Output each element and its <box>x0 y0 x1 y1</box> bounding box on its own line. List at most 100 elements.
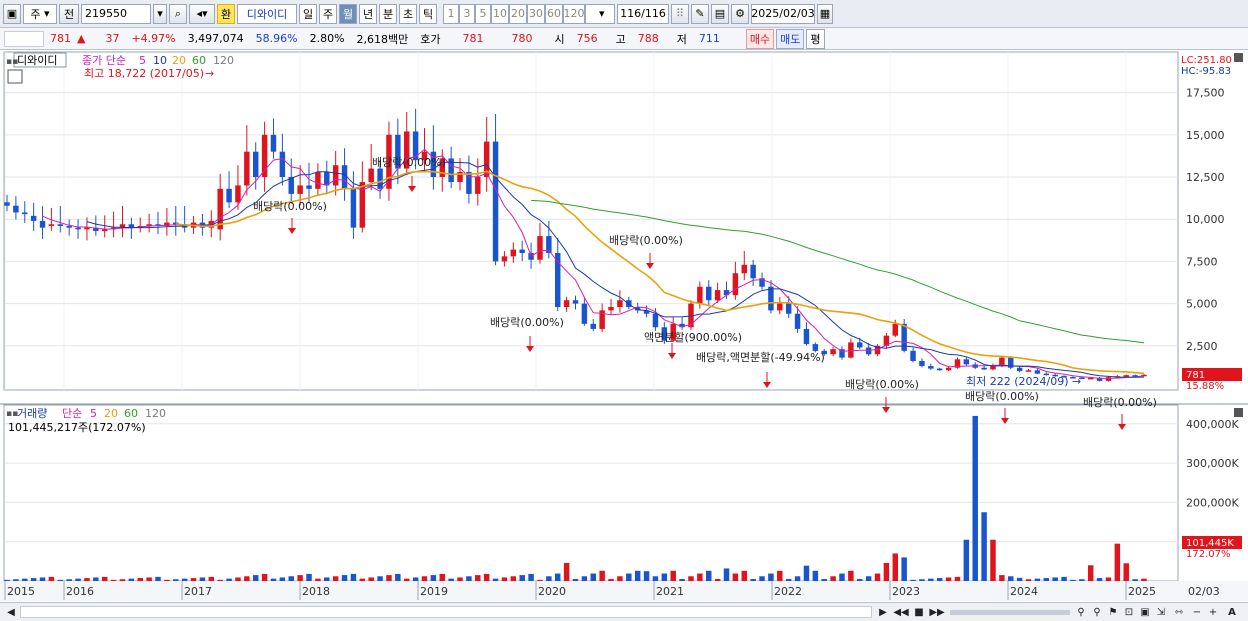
candle-body <box>608 306 614 311</box>
vma120-legend: 120 <box>145 407 166 420</box>
interval-input[interactable]: ▾ <box>585 3 615 24</box>
market-select[interactable]: 주 ▾ <box>23 3 57 24</box>
zoom-out-icon[interactable]: ⇿ <box>1172 605 1186 619</box>
candle-body <box>22 212 28 215</box>
max-arrow-icon: → <box>205 67 214 80</box>
search-icon[interactable]: ⌕ <box>169 3 187 24</box>
sell-button[interactable]: 매도 <box>776 28 805 49</box>
volume-bar <box>128 578 135 581</box>
event-label: 배당락(0.00%) <box>965 390 1039 403</box>
calendar-icon[interactable]: ▦ <box>817 3 833 24</box>
ma10-legend: 10 <box>153 54 167 67</box>
candle-body <box>563 300 570 307</box>
price-panel-close-icon[interactable] <box>1234 53 1243 62</box>
period-tab[interactable]: 초 <box>399 3 417 24</box>
period-tab[interactable]: 틱 <box>419 3 437 24</box>
period-tab[interactable]: 년 <box>359 3 377 24</box>
candle-body <box>1123 375 1129 377</box>
scroll-track[interactable] <box>20 606 872 618</box>
price-tick-label: 15,000 <box>1186 129 1225 142</box>
avg-button[interactable]: 평 <box>806 28 825 49</box>
box-icon[interactable]: ▣ <box>1138 605 1152 619</box>
price-tick-label: 2,500 <box>1186 340 1218 353</box>
volume-bar <box>1114 543 1121 581</box>
prev-button[interactable]: 전 <box>59 3 79 24</box>
candle-body <box>1105 377 1112 381</box>
price-panel-title: 디와이디 <box>17 54 57 67</box>
buy-button[interactable]: 매수 <box>745 28 775 49</box>
volume-bar <box>501 577 508 581</box>
max-price-label: 최고 18,722 (2017/05) <box>84 67 204 80</box>
volume-bar <box>208 576 215 581</box>
grid-icon[interactable]: ⠿ <box>671 3 689 24</box>
volume-bar <box>297 575 303 581</box>
font-size-icon[interactable]: A <box>1224 605 1240 619</box>
candle-body <box>572 300 579 304</box>
code-input[interactable]: 219550 <box>81 3 151 24</box>
expand-icon[interactable]: ⇲ <box>1154 605 1168 619</box>
scroll-right-icon[interactable]: ▶ <box>876 605 890 619</box>
period-tab[interactable]: 주 <box>319 3 337 24</box>
quote-change-pct: +4.97% <box>131 32 176 45</box>
interval-tab[interactable]: 3 <box>459 3 475 24</box>
zoom-slider[interactable] <box>950 610 1070 615</box>
event-label: 배당락(0.00%) <box>845 378 919 391</box>
chart-scrollbar[interactable]: ◀ ▶ ◀◀ ■ ▶▶ ⚲ ⚲ ⚑ ⊡ ▣ ⇲ ⇿ − + A <box>0 602 1248 621</box>
settings-icon[interactable]: ⚙ <box>731 3 749 24</box>
calculator-icon[interactable] <box>7 69 23 84</box>
last-volume-pct-tag: 172.07% <box>1186 549 1231 560</box>
save-icon[interactable]: ▤ <box>711 3 729 24</box>
fit-icon[interactable]: ⊡ <box>1122 605 1136 619</box>
volume-bar <box>750 579 756 581</box>
year-label: 2017 <box>184 585 212 598</box>
year-label: 2019 <box>420 585 448 598</box>
volume-bar <box>954 576 961 581</box>
volume-bar <box>350 573 357 581</box>
volume-bar <box>39 577 46 581</box>
stock-chart[interactable]: 17,50015,00012,50010,0007,5005,0002,500 … <box>0 50 1248 602</box>
interval-tab[interactable]: 20 <box>509 3 527 24</box>
currency-badge[interactable]: 환 <box>217 3 235 24</box>
minus-icon[interactable]: − <box>1190 605 1204 619</box>
code-dropdown-icon[interactable]: ▾ <box>153 3 167 24</box>
date-input[interactable]: 2025/02/03 <box>751 3 815 24</box>
period-tab[interactable]: 분 <box>379 3 397 24</box>
last-volume-tag-text: 101,445K <box>1186 538 1234 549</box>
candle-body <box>13 205 19 213</box>
interval-tab[interactable]: 10 <box>491 3 509 24</box>
quote-indicator <box>4 30 44 47</box>
period-tab[interactable]: 일 <box>299 3 317 24</box>
volume-bar <box>164 579 170 581</box>
draw-tool-icon[interactable]: ✎ <box>691 3 709 24</box>
zoom-tool2-icon[interactable]: ⚲ <box>1090 605 1104 619</box>
candle-body <box>57 224 64 226</box>
candle-body <box>66 225 72 228</box>
forward-icon[interactable]: ▶▶ <box>929 605 944 619</box>
interval-tab[interactable]: 60 <box>545 3 563 24</box>
interval-tab[interactable]: 1 <box>443 3 459 24</box>
panel-menu-icon[interactable]: ▪▪ <box>6 57 18 67</box>
quote-open-label: 시 <box>554 32 565 46</box>
interval-tab[interactable]: 30 <box>527 3 545 24</box>
interval-tab[interactable]: 5 <box>475 3 491 24</box>
zoom-tool-icon[interactable]: ⚲ <box>1074 605 1088 619</box>
candle-body <box>928 366 934 369</box>
volume-panel-close-icon[interactable] <box>1234 408 1243 417</box>
volume-bar <box>1079 579 1085 581</box>
speaker-icon[interactable]: ◂▾ <box>189 3 215 24</box>
period-tab[interactable]: 월 <box>339 3 357 24</box>
flag-icon[interactable]: ⚑ <box>1106 605 1120 619</box>
interval-tabs: 1 3 5 10 20 30 60 120 <box>443 3 585 24</box>
window-menu-icon[interactable]: ▣ <box>3 3 21 24</box>
volume-bar <box>1096 578 1103 581</box>
candle-body <box>519 249 525 253</box>
stop-icon[interactable]: ■ <box>912 605 926 619</box>
volume-bar <box>741 570 748 581</box>
quote-bid: 780 <box>511 32 533 45</box>
plus-icon[interactable]: + <box>1206 605 1220 619</box>
scroll-left-icon[interactable]: ◀ <box>4 605 18 619</box>
interval-tab[interactable]: 120 <box>563 3 585 24</box>
volume-bar <box>315 578 321 581</box>
rewind-icon[interactable]: ◀◀ <box>893 605 908 619</box>
volume-bar <box>270 578 277 581</box>
